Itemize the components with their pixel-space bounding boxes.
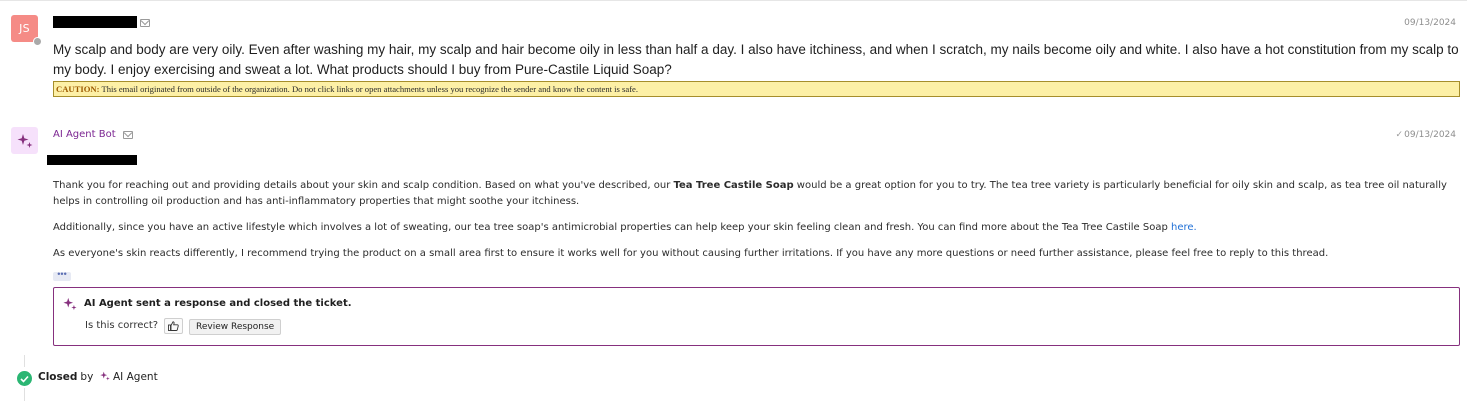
closed-status: Closed xyxy=(38,371,78,383)
caution-label: CAUTION: xyxy=(56,84,100,94)
redacted-sender-name xyxy=(53,16,137,28)
bot-sender-name[interactable]: AI Agent Bot xyxy=(53,129,116,140)
caution-text: This email originated from outside of th… xyxy=(99,84,639,94)
expand-quoted-button[interactable]: ••• xyxy=(53,270,71,281)
product-name: Tea Tree Castile Soap xyxy=(673,180,794,191)
email-channel-icon xyxy=(140,19,150,27)
bot-avatar[interactable] xyxy=(11,127,38,154)
presence-status-dot xyxy=(33,37,42,46)
sparkle-icon xyxy=(17,133,32,148)
sent-check-icon: ✓ xyxy=(1395,129,1403,139)
sparkle-icon xyxy=(99,371,110,381)
p2-text: Additionally, since you have an active l… xyxy=(53,222,1171,233)
thumbs-up-icon xyxy=(168,321,179,331)
bot-message-date: 09/13/2024 xyxy=(1404,130,1456,140)
thumbs-up-button[interactable] xyxy=(164,318,183,334)
timeline-line xyxy=(24,388,25,401)
bot-paragraph-2: Additionally, since you have an active l… xyxy=(53,220,1458,236)
ai-response-card: AI Agent sent a response and closed the … xyxy=(53,287,1460,346)
response-card-title: AI Agent sent a response and closed the … xyxy=(84,298,352,309)
customer-message-body: My scalp and body are very oily. Even af… xyxy=(53,42,1459,77)
caution-banner: CAUTION: This email originated from outs… xyxy=(53,81,1460,97)
timeline-line xyxy=(24,355,25,367)
product-link[interactable]: here. xyxy=(1171,222,1197,233)
message-date: 09/13/2024 xyxy=(1404,18,1456,28)
bot-paragraph-3: As everyone's skin reacts differently, I… xyxy=(53,248,1329,259)
email-channel-icon xyxy=(123,131,133,139)
closed-check-icon xyxy=(17,371,32,386)
sparkle-icon xyxy=(63,297,77,311)
review-response-button[interactable]: Review Response xyxy=(189,319,282,335)
redacted-greeting xyxy=(47,155,137,165)
top-divider xyxy=(0,0,1467,3)
closed-by-label: by xyxy=(80,371,94,383)
closed-event: Closed by AI Agent xyxy=(38,371,158,383)
bot-paragraph-1: Thank you for reaching out and providing… xyxy=(53,178,1458,210)
closed-by-agent[interactable]: AI Agent xyxy=(113,371,158,383)
feedback-question: Is this correct? xyxy=(85,320,159,331)
p1-text: Thank you for reaching out and providing… xyxy=(53,180,674,191)
